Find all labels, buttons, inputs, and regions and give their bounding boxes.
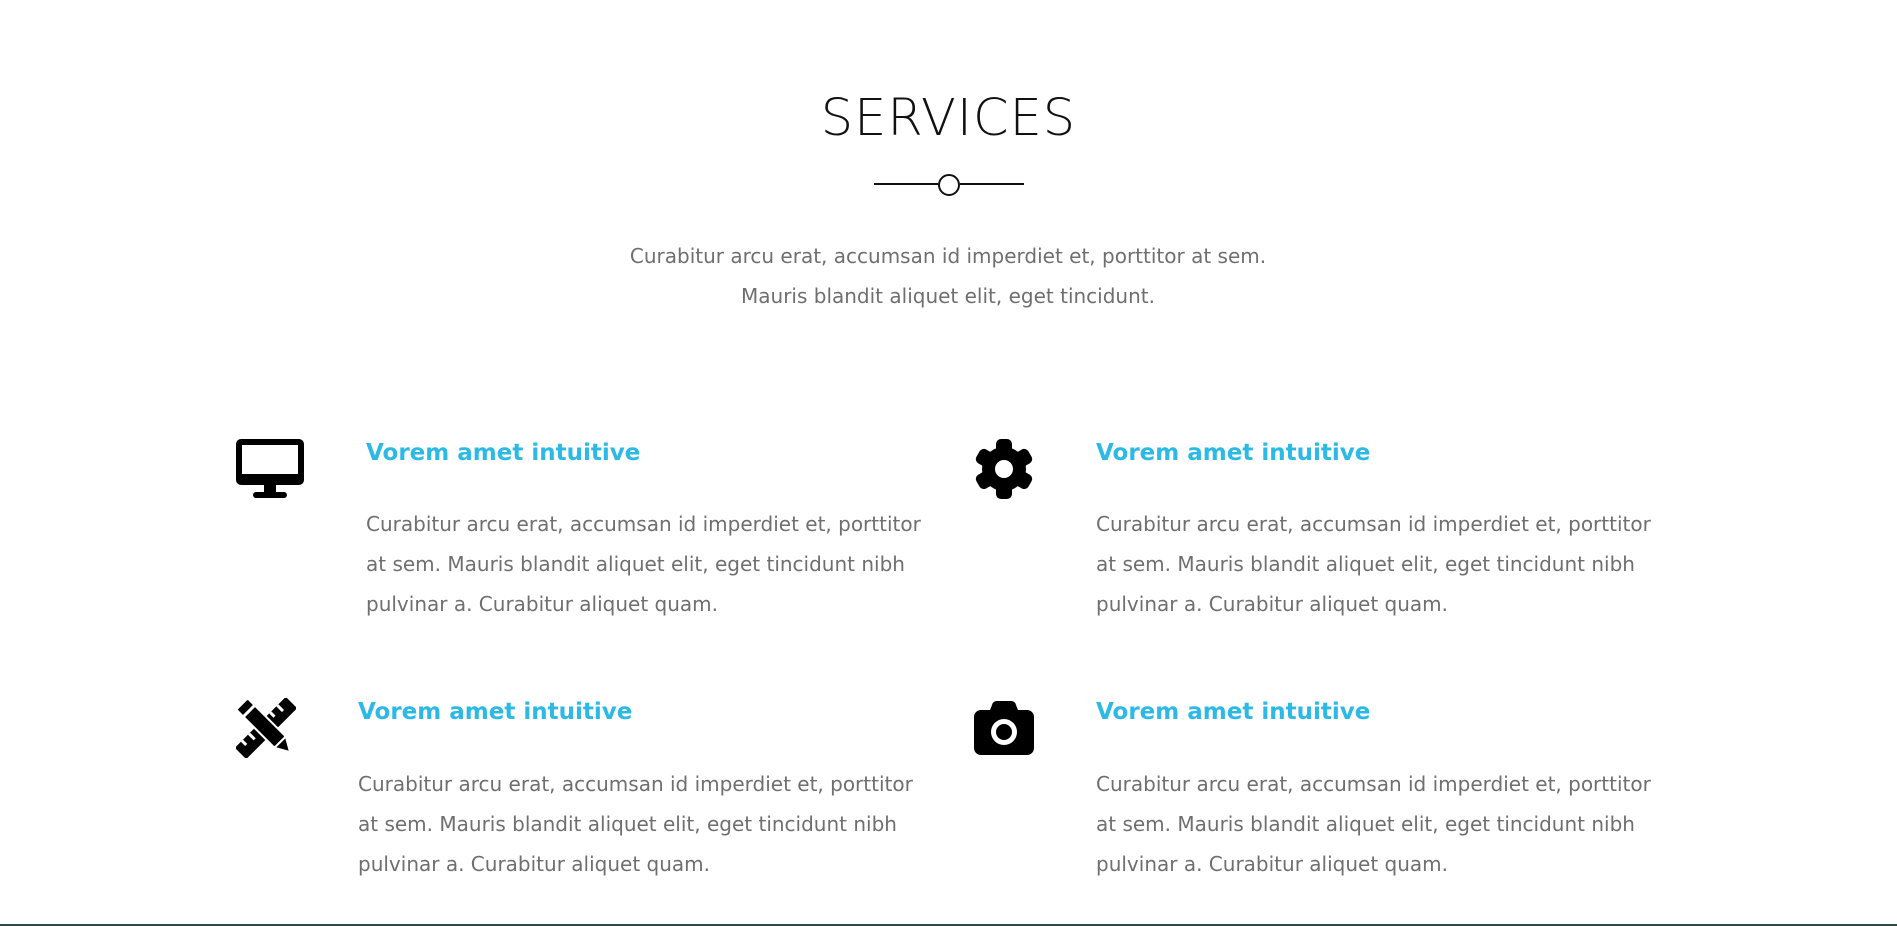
divider-circle: [938, 174, 960, 196]
camera-icon: [974, 701, 1034, 755]
service-description: Curabitur arcu erat, accumsan id imperdi…: [1096, 512, 1651, 616]
service-description: Curabitur arcu erat, accumsan id imperdi…: [366, 512, 921, 616]
pencil-ruler-icon: [236, 698, 296, 758]
service-description: Curabitur arcu erat, accumsan id imperdi…: [1096, 772, 1651, 876]
service-title: Vorem amet intuitive: [1096, 699, 1371, 725]
service-title: Vorem amet intuitive: [1096, 440, 1371, 466]
desktop-icon: [236, 439, 304, 498]
section-title: SERVICES: [820, 89, 1077, 148]
section-intro: Curabitur arcu erat, accumsan id imperdi…: [629, 244, 1267, 308]
divider-line-left: [874, 183, 938, 185]
divider-line-right: [960, 183, 1024, 185]
title-divider: [874, 174, 1024, 196]
gear-icon: [975, 439, 1033, 499]
service-title: Vorem amet intuitive: [358, 699, 633, 725]
service-title: Vorem amet intuitive: [366, 440, 641, 466]
service-description: Curabitur arcu erat, accumsan id imperdi…: [358, 772, 913, 876]
